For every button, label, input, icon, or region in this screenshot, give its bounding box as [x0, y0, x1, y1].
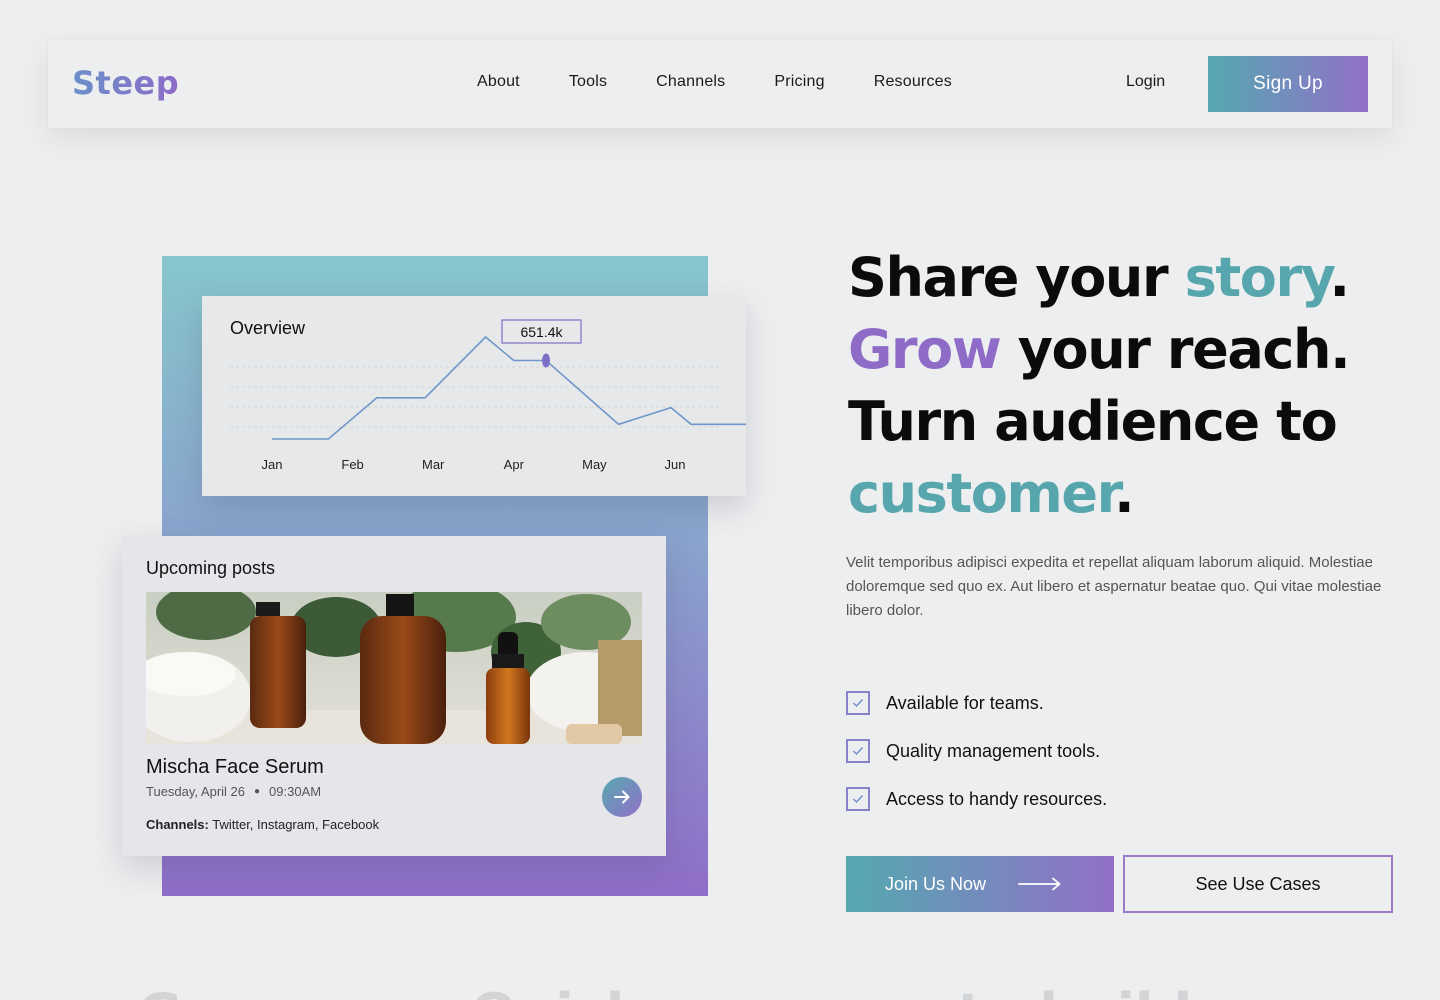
chart-series-line	[272, 335, 746, 440]
x-axis-label-jun: Jun	[665, 457, 686, 472]
x-axis-label-apr: Apr	[504, 457, 525, 472]
feature-item: Quality management tools.	[846, 727, 1107, 775]
upcoming-posts-title: Upcoming posts	[146, 558, 276, 578]
checkmark-icon	[846, 787, 870, 811]
headline-period: .	[1114, 462, 1135, 525]
x-axis-label-feb: Feb	[341, 457, 363, 472]
headline-period: .	[1329, 246, 1351, 309]
join-us-button[interactable]: Join Us Now	[846, 856, 1114, 912]
main-nav: About Tools Channels Pricing Resources	[477, 73, 1001, 91]
logo[interactable]: Steep	[72, 64, 179, 102]
headline-text: your reach.	[1000, 318, 1351, 381]
see-use-cases-button[interactable]: See Use Cases	[1123, 855, 1393, 913]
overview-line-chart: 651.4k Jan Feb Mar Apr May Jun	[230, 319, 746, 472]
nav-link-channels[interactable]: Channels	[656, 73, 725, 91]
top-navbar: Steep About Tools Channels Pricing Resou…	[48, 40, 1392, 128]
chart-tooltip-value: 651.4k	[520, 324, 563, 340]
post-title: Mischa Face Serum	[146, 756, 324, 778]
headline-accent-story: story	[1184, 246, 1331, 309]
feature-list: Available for teams. Quality management …	[846, 679, 1107, 823]
headline-line-1: Share your story.	[848, 242, 1408, 314]
x-axis-label-may: May	[582, 457, 607, 472]
nav-link-pricing[interactable]: Pricing	[774, 73, 824, 91]
nav-link-about[interactable]: About	[477, 73, 520, 91]
upcoming-posts-card: Upcoming posts Mischa Face Serum Tuesday…	[122, 536, 666, 856]
login-link[interactable]: Login	[1126, 73, 1165, 91]
nav-link-tools[interactable]: Tools	[569, 73, 607, 91]
post-channels: Channels: Twitter, Instagram, Facebook	[146, 817, 379, 832]
signup-button[interactable]: Sign Up	[1208, 56, 1368, 112]
headline-accent-grow: Grow	[848, 318, 1002, 381]
x-axis-label-jan: Jan	[262, 457, 283, 472]
long-arrow-right-icon	[1018, 877, 1061, 891]
feature-item: Available for teams.	[846, 679, 1107, 727]
x-axis-label-mar: Mar	[422, 457, 445, 472]
post-schedule: Tuesday, April 26 ● 09:30AM	[146, 784, 321, 799]
feature-label: Available for teams.	[886, 692, 1044, 713]
headline-text: Share your	[848, 246, 1185, 309]
join-us-label: Join Us Now	[885, 873, 987, 894]
post-channels-label: Channels:	[146, 817, 209, 832]
feature-label: Quality management tools.	[886, 740, 1101, 761]
arrow-right-icon	[614, 790, 630, 804]
chart-highlight-point[interactable]	[542, 353, 551, 368]
headline-line-4: customer.	[848, 458, 1408, 530]
nav-link-resources[interactable]: Resources	[874, 73, 952, 91]
headline-line-3: Turn audience to	[848, 390, 1338, 453]
feature-label: Access to handy resources.	[886, 788, 1108, 809]
checkmark-icon	[846, 739, 870, 763]
post-date: Tuesday, April 26	[146, 784, 245, 799]
hero-headline: Share your story. Grow your reach. Turn …	[848, 242, 1408, 530]
headline-accent-customer: customer	[848, 462, 1116, 525]
chart-x-axis-labels: Jan Feb Mar Apr May Jun	[262, 457, 686, 472]
separator-dot: ●	[254, 786, 261, 797]
overview-card: Overview 651.4k Jan Feb Mar Apr May Jun	[202, 296, 746, 496]
next-section-heading: Grow your Quick response to build your a…	[138, 978, 1338, 1000]
feature-item: Access to handy resources.	[846, 775, 1107, 823]
post-channels-list: Twitter, Instagram, Facebook	[212, 817, 380, 832]
open-post-button[interactable]	[602, 777, 642, 817]
post-product-photo	[146, 592, 642, 744]
post-time: 09:30AM	[269, 784, 322, 799]
hero-description: Velit temporibus adipisci expedita et re…	[846, 554, 1382, 619]
chart-gridlines	[230, 366, 720, 428]
headline-line-2: Grow your reach.	[848, 314, 1408, 386]
checkmark-icon	[846, 691, 870, 715]
